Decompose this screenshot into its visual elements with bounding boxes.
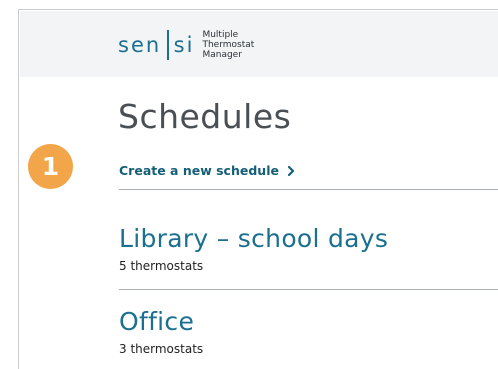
product-name-line1: Multiple Thermostat bbox=[202, 30, 255, 50]
schedule-item-office[interactable]: Office 3 thermostats bbox=[119, 307, 203, 356]
logo-text-left: sen bbox=[118, 32, 162, 57]
schedule-name[interactable]: Library – school days bbox=[119, 224, 388, 254]
page-title: Schedules bbox=[118, 97, 292, 136]
schedule-name[interactable]: Office bbox=[119, 307, 203, 337]
thermostat-count: 3 thermostats bbox=[119, 342, 204, 356]
schedule-divider bbox=[119, 289, 498, 290]
step-number-badge: 1 bbox=[28, 144, 73, 189]
create-schedule-link[interactable]: Create a new schedule bbox=[119, 163, 296, 178]
product-name-line2: Manager bbox=[202, 50, 242, 60]
schedule-item-library[interactable]: Library – school days 5 thermostats bbox=[119, 224, 388, 273]
app-header: sen si Multiple Thermostat Manager bbox=[20, 11, 498, 77]
product-name: Multiple Thermostat Manager bbox=[202, 30, 292, 60]
thermostat-count: 5 thermostats bbox=[119, 259, 204, 273]
schedule-divider bbox=[119, 189, 498, 190]
logo-text-right: si bbox=[173, 32, 195, 57]
sensi-logo[interactable]: sen si Multiple Thermostat Manager bbox=[118, 29, 292, 61]
logo-divider bbox=[167, 30, 169, 60]
chevron-right-icon bbox=[286, 165, 296, 177]
app-frame: sen si Multiple Thermostat Manager Sched… bbox=[18, 9, 498, 369]
create-schedule-label: Create a new schedule bbox=[119, 163, 279, 178]
